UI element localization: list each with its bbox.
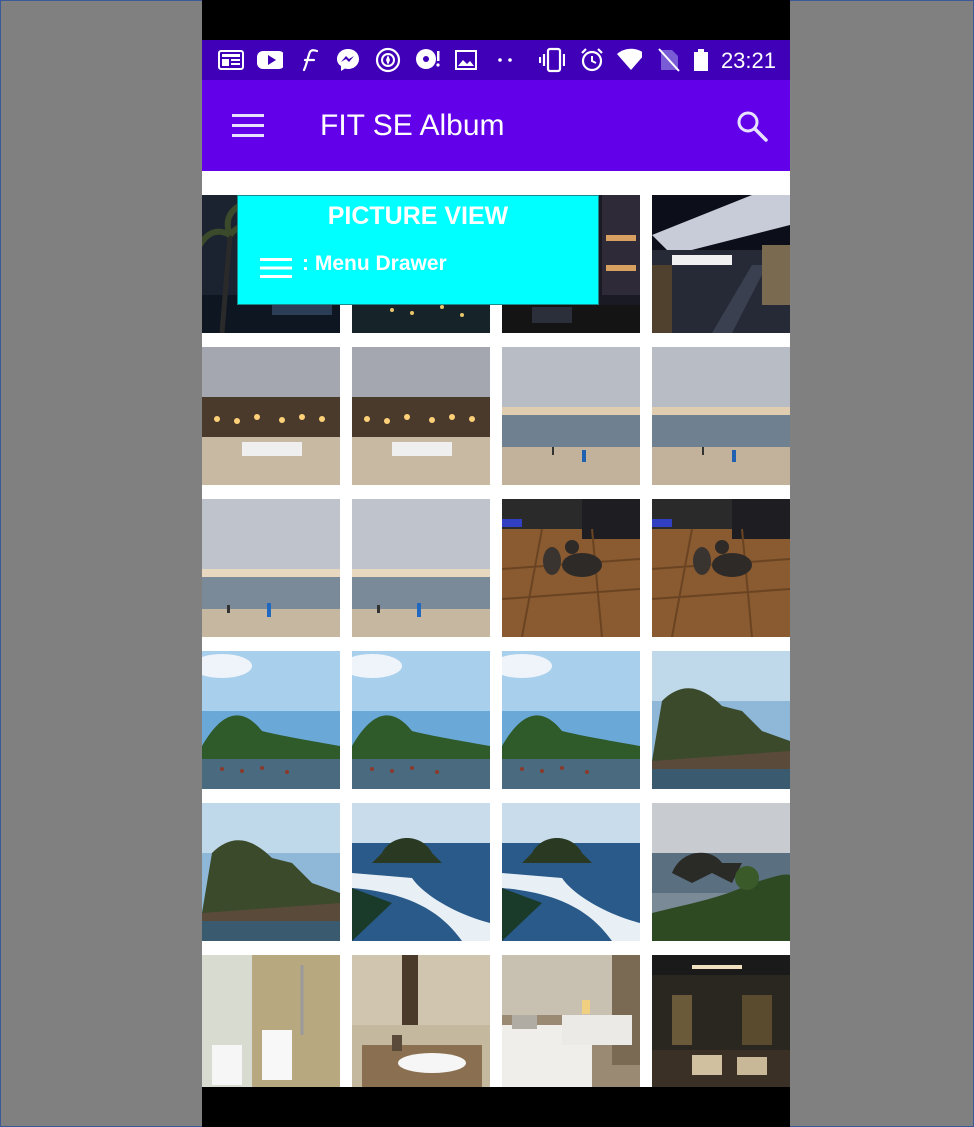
news-icon — [218, 48, 244, 72]
messenger-icon — [335, 48, 361, 72]
photo-thumbnail[interactable] — [352, 955, 490, 1087]
battery-icon — [688, 48, 714, 72]
photo-thumbnail[interactable] — [652, 195, 790, 333]
wifi-icon — [616, 48, 642, 72]
more-dots-icon — [492, 48, 518, 72]
photo-thumbnail[interactable] — [352, 803, 490, 941]
photo-thumbnail[interactable] — [502, 955, 640, 1087]
photo-image — [652, 651, 790, 789]
photo-thumbnail[interactable] — [202, 499, 340, 637]
search-button[interactable] — [734, 108, 770, 144]
photo-thumbnail[interactable] — [652, 499, 790, 637]
menu-drawer-button[interactable] — [228, 110, 268, 142]
photo-image — [502, 803, 640, 941]
photo-thumbnail[interactable] — [652, 803, 790, 941]
photo-thumbnail[interactable] — [352, 499, 490, 637]
search-icon — [737, 111, 768, 142]
photo-thumbnail[interactable] — [202, 955, 340, 1087]
photo-thumbnail[interactable] — [652, 347, 790, 485]
photo-image — [652, 955, 790, 1087]
bottom-bar — [202, 1087, 790, 1127]
photo-thumbnail[interactable] — [352, 651, 490, 789]
no-sim-icon — [656, 48, 682, 72]
photo-image — [652, 499, 790, 637]
alarm-icon — [579, 48, 605, 72]
photo-thumbnail[interactable] — [502, 803, 640, 941]
photo-image — [202, 499, 340, 637]
photo-image — [352, 499, 490, 637]
photo-image — [352, 651, 490, 789]
photo-image — [652, 803, 790, 941]
status-time: 23:21 — [720, 48, 776, 73]
photo-image — [202, 347, 340, 485]
photo-image — [352, 955, 490, 1087]
photo-image — [352, 803, 490, 941]
youtube-icon — [257, 48, 283, 72]
photo-image — [652, 195, 790, 333]
page-title: FIT SE Album — [320, 109, 505, 142]
status-bar: 23:21 — [202, 40, 790, 80]
photo-image — [352, 347, 490, 485]
photo-image — [652, 347, 790, 485]
vibrate-icon — [539, 47, 565, 73]
font-icon — [296, 48, 322, 72]
photo-image — [502, 651, 640, 789]
photo-thumbnail[interactable] — [502, 651, 640, 789]
compass-icon — [375, 47, 401, 73]
photo-grid-area: PICTURE VIEW : Menu Drawer — [202, 171, 790, 1087]
photo-thumbnail[interactable] — [202, 803, 340, 941]
photo-image — [502, 499, 640, 637]
app-bar: FIT SE Album — [202, 80, 790, 171]
photo-image — [502, 347, 640, 485]
music-icon — [414, 48, 440, 72]
photo-thumbnail[interactable] — [502, 499, 640, 637]
photo-thumbnail[interactable] — [352, 347, 490, 485]
photo-thumbnail[interactable] — [502, 347, 640, 485]
picture-view-callout: PICTURE VIEW : Menu Drawer — [237, 195, 599, 305]
hamburger-icon — [232, 114, 264, 137]
hamburger-icon — [260, 258, 292, 278]
image-icon — [453, 48, 479, 72]
photo-thumbnail[interactable] — [652, 651, 790, 789]
photo-image — [502, 955, 640, 1087]
phone-screen: 23:21 FIT SE Album PICTURE VIEW : Menu D… — [202, 0, 790, 1127]
callout-title: PICTURE VIEW — [327, 202, 509, 230]
photo-thumbnail[interactable] — [202, 347, 340, 485]
callout-text: : Menu Drawer — [302, 252, 447, 275]
photo-thumbnail[interactable] — [202, 651, 340, 789]
photo-image — [202, 955, 340, 1087]
photo-image — [202, 651, 340, 789]
photo-image — [202, 803, 340, 941]
photo-thumbnail[interactable] — [652, 955, 790, 1087]
